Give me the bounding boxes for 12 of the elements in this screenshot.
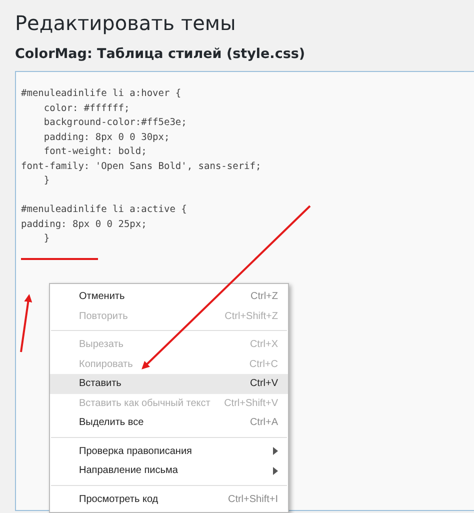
code-line: font-weight: bold; <box>42 146 147 157</box>
code-line: font-family: 'Open Sans Bold', sans-serif; <box>21 160 262 172</box>
code-line: } <box>42 233 50 244</box>
code-line: #menuleadinlife li a:active { <box>21 204 187 215</box>
code-line: padding: 8px 0 0 25px; <box>21 218 147 230</box>
code-line: } <box>42 175 50 186</box>
code-line: color: #ffffff; <box>42 102 130 114</box>
code-line: background-color:#ff5e3e; <box>42 117 187 128</box>
code-line: #menuleadinlife li a:hover { <box>21 88 182 99</box>
code-line: padding: 8px 0 0 30px; <box>42 132 170 142</box>
file-title: ColorMag: Таблица стилей (style.css) <box>15 46 306 62</box>
page-title: Редактировать темы <box>15 10 237 35</box>
